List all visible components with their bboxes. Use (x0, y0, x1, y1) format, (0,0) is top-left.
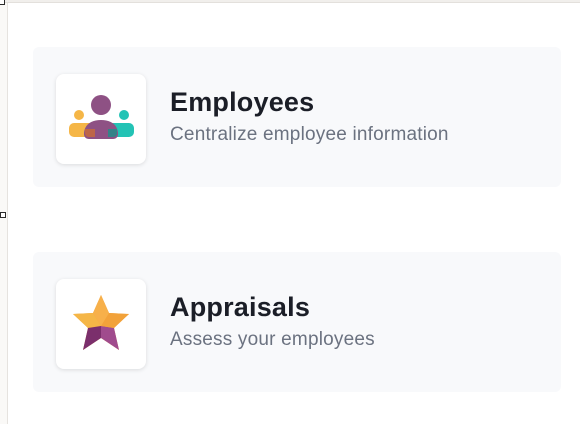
app-subtitle: Assess your employees (170, 329, 375, 350)
appraisals-icon-tile (56, 279, 146, 369)
app-subtitle: Centralize employee information (170, 124, 449, 145)
resize-handle-left[interactable] (0, 212, 6, 218)
employees-icon-tile (56, 74, 146, 164)
app-title: Appraisals (170, 292, 311, 322)
app-page: Employees Centralize employee informatio… (0, 0, 580, 424)
employees-text: Employees Centralize employee informatio… (170, 87, 449, 146)
appraisals-star-icon (73, 295, 129, 350)
top-border (0, 0, 580, 3)
app-card-employees[interactable]: Employees Centralize employee informatio… (33, 47, 561, 187)
app-title: Employees (170, 87, 315, 117)
appraisals-text: Appraisals Assess your employees (170, 292, 375, 351)
resize-handle-top-left[interactable] (0, 0, 5, 5)
app-card-appraisals[interactable]: Appraisals Assess your employees (33, 252, 561, 392)
employees-icon (69, 95, 134, 139)
